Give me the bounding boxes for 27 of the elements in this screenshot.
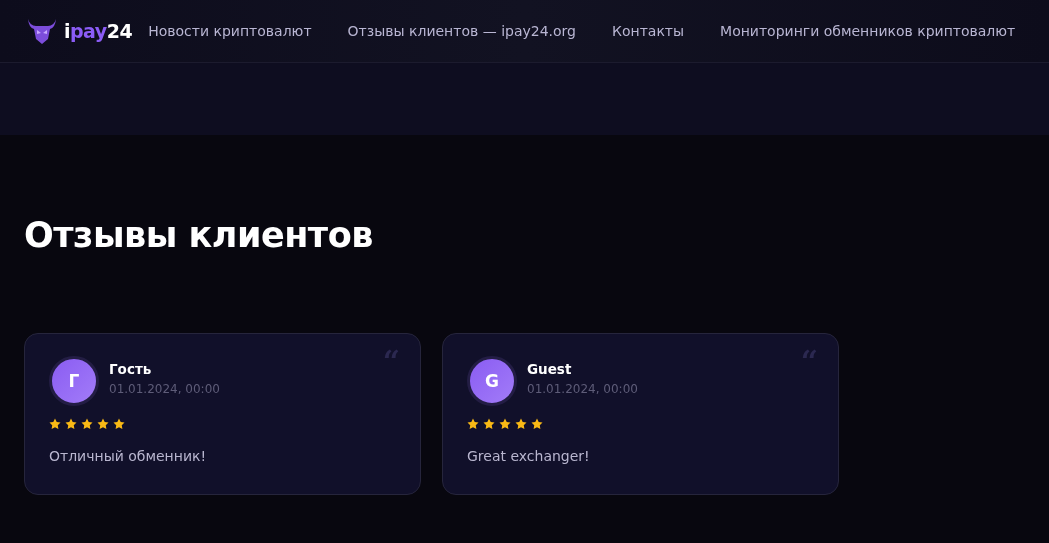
nav-link[interactable]: Мониторинги обменников криптовалют [720, 23, 1016, 39]
avatar: Г [49, 356, 99, 406]
star-icon [483, 418, 495, 430]
review-date: 01.01.2024, 00:00 [109, 382, 220, 396]
star-icon [49, 418, 61, 430]
star-icon [531, 418, 543, 430]
avatar: G [467, 356, 517, 406]
star-icon [499, 418, 511, 430]
star-icon [467, 418, 479, 430]
page-title: Отзывы клиентов [24, 215, 374, 255]
quote-mark: “ [800, 344, 818, 379]
star-icon [97, 418, 109, 430]
review-text: Great exchanger! [467, 448, 591, 464]
reviewer-name: Guest [527, 361, 573, 377]
star-icon [65, 418, 77, 430]
reviewer-name: Гость [109, 361, 153, 377]
review-text: Отличный обменник! [49, 448, 208, 464]
logo-text[interactable]: ipay24 [64, 20, 133, 42]
star-icon [81, 418, 93, 430]
star-icon [515, 418, 527, 430]
nav-link[interactable]: Контакты [612, 23, 685, 39]
star-icon [113, 418, 125, 430]
review-date: 01.01.2024, 00:00 [527, 382, 638, 396]
quote-mark: “ [382, 344, 400, 379]
bull-logo-icon[interactable] [26, 17, 58, 45]
nav-link[interactable]: Отзывы клиентов — ipay24.org [347, 23, 576, 39]
nav-link[interactable]: Новости криптовалют [148, 23, 312, 39]
